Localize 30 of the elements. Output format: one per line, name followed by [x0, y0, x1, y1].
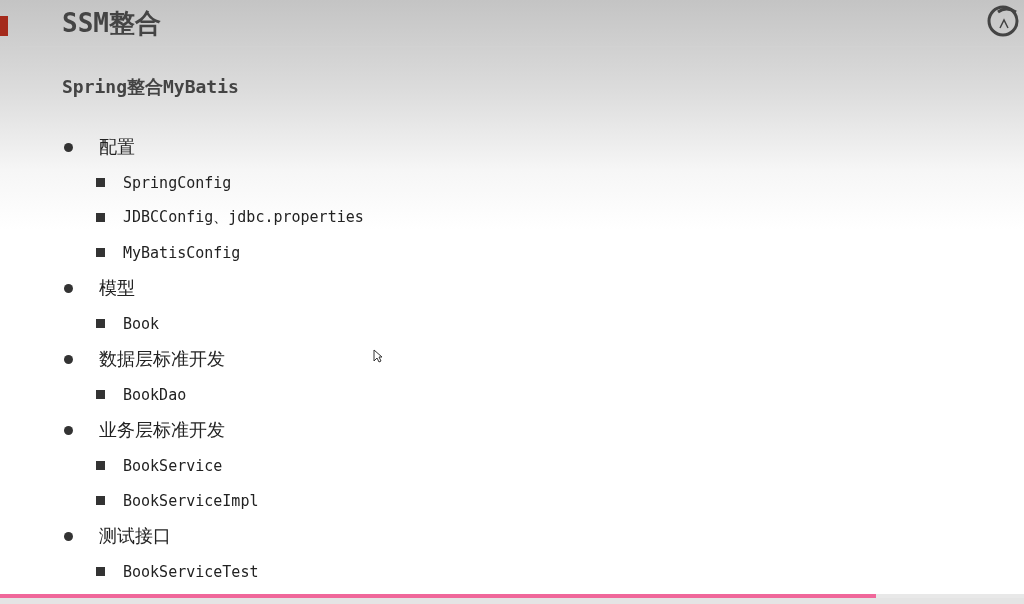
sub-list-item: MyBatisConfig [123, 243, 241, 262]
square-bullet-icon [96, 319, 105, 328]
square-bullet-icon [96, 496, 105, 505]
bullet-icon [64, 354, 73, 364]
bullet-icon [64, 531, 73, 541]
list-item: 模型 [99, 276, 135, 300]
sub-list-item: SpringConfig [123, 173, 232, 192]
bullet-icon [64, 142, 73, 152]
slide-subtitle: Spring整合MyBatis [62, 75, 240, 99]
bullet-icon [64, 283, 73, 293]
square-bullet-icon [96, 461, 105, 470]
list-item: 配置 [99, 135, 135, 159]
sub-list-item: Book [123, 314, 160, 333]
sub-list-item: BookServiceTest [123, 562, 259, 581]
sub-list-item: BookServiceImpl [123, 491, 259, 510]
square-bullet-icon [96, 567, 105, 576]
sub-list-item: JDBCConfig、jdbc.properties [123, 208, 364, 227]
cursor-icon [373, 349, 383, 363]
list-item: 测试接口 [99, 524, 171, 548]
square-bullet-icon [96, 248, 105, 257]
accent-bar [0, 16, 8, 36]
square-bullet-icon [96, 178, 105, 187]
sub-list-item: BookDao [123, 385, 187, 404]
sub-list-item: BookService [123, 456, 223, 475]
square-bullet-icon [96, 390, 105, 399]
slide-title: SSM整合 [62, 6, 161, 40]
bullet-icon [64, 425, 73, 435]
square-bullet-icon [96, 213, 105, 222]
list-item: 数据层标准开发 [99, 347, 225, 371]
list-item: 业务层标准开发 [99, 418, 225, 442]
